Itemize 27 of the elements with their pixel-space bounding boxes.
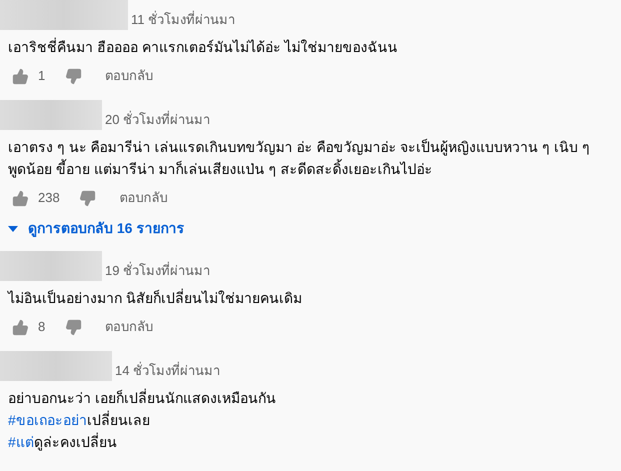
reply-button[interactable]: ตอบกลับ [103,317,156,337]
caret-icon [8,226,18,232]
comment-time: 20 ชั่วโมงที่ผ่านมา [105,110,210,129]
hashtag-link[interactable]: #แต่ [8,434,34,450]
thumbs-up-icon [12,68,28,84]
like-count: 1 [38,67,46,86]
reply-button[interactable]: ตอบกลับ [118,188,170,208]
comment-time: 11 ชั่วโมงที่ผ่านมา [131,10,236,29]
comment-text: เอาริชชี่คืนมา ฮืออออ คาแรกเตอร์มันไม่ได้อ่ะ ไม่ใช่มายของฉันน [8,36,399,57]
comment-text: #ขอเถอะอย่าเปลี่ยนเลย [8,410,151,430]
view-replies-button[interactable]: ดูการตอบกลับ 16 รายการ [8,218,184,239]
comment-text: พูดน้อย ขี้อาย แต่มารีน่า มาก็เล่นเสียงแป่น ๆ สะดีดสะดิ้งเยอะเกินไปอ่ะ [8,158,434,180]
thumbs-up-icon [12,190,28,206]
comment-text: อย่าบอกนะว่า เอยก็เปลี่ยนนักแสดงเหมือนกัน [8,388,277,408]
thumbs-down-icon [79,190,96,206]
thumbs-down-icon [64,68,82,84]
thumbs-up-icon [12,318,28,336]
like-count: 8 [38,318,46,336]
comment-text: #แต่ดูล่ะคงเปลี่ยน [8,432,118,453]
comment-text: ไม่อินเป็นอย่างมาก นิสัยก็เปลี่ยนไม่ใช่มายคนเดิม [8,288,303,308]
comment-text: เอาตรง ๆ นะ คือมารีน่า เล่นแรดเกินบทขวัญมา อ่ะ คือขวัญมาอ่ะ จะเป็นผู้หญิงแบบหวาน ๆ เนิบ ๆ [8,138,591,158]
comment-time: 14 ชั่วโมงที่ผ่านมา [115,361,220,380]
like-count: 238 [38,189,60,208]
thumbs-down-icon [64,318,82,336]
reply-button[interactable]: ตอบกลับ [103,66,156,86]
comment-time: 19 ชั่วโมงที่ผ่านมา [105,261,210,280]
hashtag-link[interactable]: #ขอเถอะอย่า [8,412,87,428]
